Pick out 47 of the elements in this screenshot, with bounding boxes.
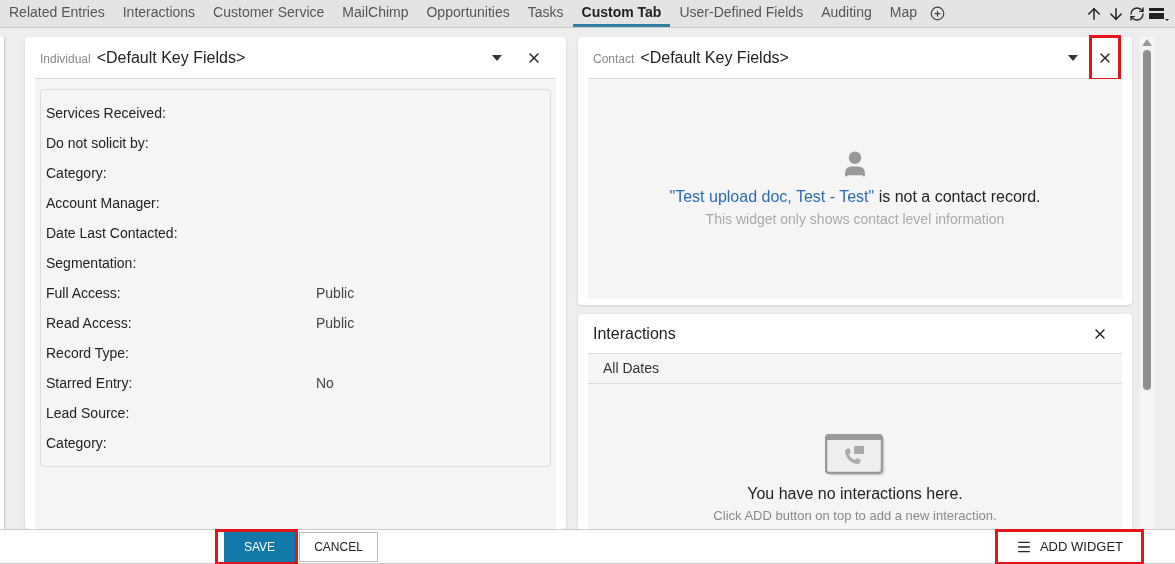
scroll-up-icon[interactable] <box>1142 39 1152 46</box>
field-value: Public <box>316 283 355 303</box>
field-label: Do not solicit by: <box>46 133 150 153</box>
field-label: Category: <box>46 433 108 453</box>
tab[interactable]: Map <box>880 0 926 27</box>
scrollbar-thumb[interactable] <box>1143 50 1151 390</box>
tab[interactable]: Related Entries <box>0 0 114 27</box>
field-label: Record Type: <box>46 343 130 363</box>
layout-menu-icon[interactable] <box>1149 5 1169 22</box>
tab[interactable]: Opportunities <box>417 0 519 27</box>
widget-type-label: Contact <box>593 50 635 68</box>
empty-hint: Click ADD button on top to add a new interaction. <box>713 506 997 525</box>
phone-chat-icon <box>825 433 885 476</box>
tab[interactable]: User-Defined Fields <box>670 0 813 27</box>
tab[interactable]: Auditing <box>812 0 881 27</box>
dropdown-caret-icon[interactable] <box>1068 54 1078 61</box>
save-button[interactable]: SAVE <box>218 531 296 562</box>
tab[interactable]: MailChimp <box>333 0 418 27</box>
field-label: Services Received: <box>46 103 167 123</box>
tab[interactable]: Tasks <box>518 0 573 27</box>
field-label: Lead Source: <box>46 403 131 423</box>
field-label: Read Access: <box>46 313 133 333</box>
close-button[interactable] <box>1092 37 1118 78</box>
refresh-icon[interactable] <box>1129 5 1145 22</box>
empty-message: You have no interactions here. <box>747 483 963 504</box>
widget-title: <Default Key Fields> <box>96 47 246 68</box>
field-label: Full Access: <box>46 283 122 303</box>
field-value: No <box>316 373 334 393</box>
widget-type-label: Individual <box>40 50 91 68</box>
dropdown-caret-icon[interactable] <box>492 54 502 61</box>
field-value: Public <box>316 313 355 333</box>
field-label: Starred Entry: <box>46 373 134 393</box>
widget-title: <Default Key Fields> <box>640 47 789 68</box>
add-widget-button[interactable]: ADD WIDGET <box>997 531 1141 562</box>
tab[interactable]: Customer Service <box>204 0 334 27</box>
field-label: Segmentation: <box>46 253 138 273</box>
widget-note: This widget only shows contact level information <box>705 209 1005 229</box>
date-filter[interactable]: All Dates <box>603 358 660 379</box>
tab[interactable]: Custom Tab <box>572 0 671 27</box>
add-tab-icon[interactable] <box>929 6 945 21</box>
field-label: Date Last Contacted: <box>46 223 179 243</box>
cancel-button[interactable]: CANCEL <box>299 531 378 562</box>
field-label: Category: <box>46 163 108 183</box>
widget-title: Interactions <box>593 323 676 344</box>
field-label: Account Manager: <box>46 193 161 213</box>
tab[interactable]: Interactions <box>113 0 205 27</box>
record-message: "Test upload doc, Test - Test" is not a contact record. <box>669 186 1041 207</box>
